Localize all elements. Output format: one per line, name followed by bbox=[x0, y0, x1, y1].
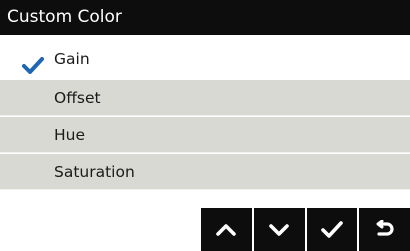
menu-item-label: Hue bbox=[54, 126, 86, 144]
menu-item-label: Gain bbox=[54, 50, 90, 68]
menu-item-offset[interactable]: Offset bbox=[0, 80, 410, 116]
check-icon bbox=[22, 51, 44, 74]
chevron-down-icon bbox=[268, 223, 290, 237]
custom-color-osd: Custom Color Gain Offset Hue Saturation bbox=[0, 0, 410, 251]
menu-item-label: Offset bbox=[54, 89, 101, 107]
menu-item-label: Saturation bbox=[54, 163, 135, 181]
menu-item-hue[interactable]: Hue bbox=[0, 117, 410, 153]
down-button[interactable] bbox=[253, 208, 305, 251]
confirm-button[interactable] bbox=[306, 208, 358, 251]
return-icon bbox=[375, 219, 395, 240]
menu-title: Custom Color bbox=[0, 0, 410, 35]
chevron-up-icon bbox=[215, 223, 237, 237]
back-button[interactable] bbox=[359, 208, 410, 251]
menu-item-gain[interactable]: Gain bbox=[0, 41, 410, 77]
menu-item-saturation[interactable]: Saturation bbox=[0, 154, 410, 190]
up-button[interactable] bbox=[201, 208, 252, 251]
check-icon bbox=[321, 221, 343, 238]
navigation-buttons bbox=[201, 208, 410, 251]
